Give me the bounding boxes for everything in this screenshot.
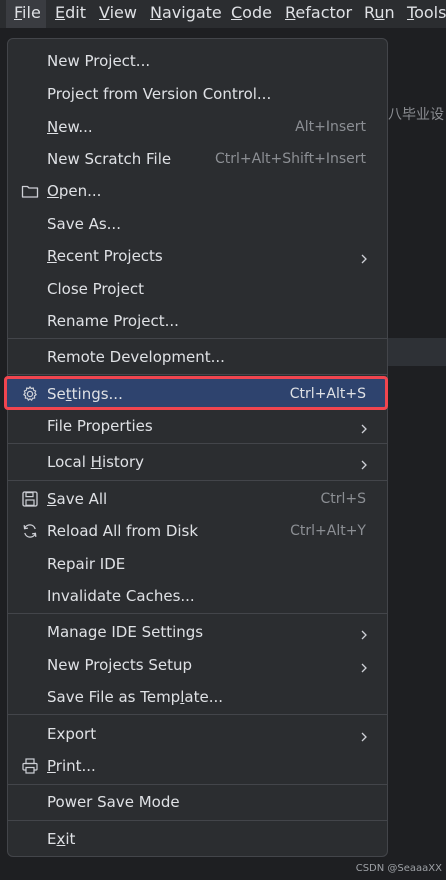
menu-item-label: New Project... — [47, 52, 151, 70]
menubar-refactor[interactable]: Refactor — [285, 0, 352, 28]
menu-separator — [8, 338, 387, 339]
menu-item-recent-projects[interactable]: Recent Projects — [7, 240, 388, 272]
menu-item-rename-project[interactable]: Rename Project... — [7, 305, 388, 337]
menu-item-print[interactable]: Print... — [7, 750, 388, 782]
chevron-right-icon — [358, 659, 370, 673]
menu-item-label: Export — [47, 725, 97, 743]
menu-item-open[interactable]: Open... — [7, 175, 388, 207]
menu-item-label: New Projects Setup — [47, 656, 193, 674]
menu-separator — [8, 784, 387, 785]
menu-item-shortcut: Ctrl+Alt+Shift+Insert — [214, 151, 366, 167]
menu-item-save-file-as-template[interactable]: Save File as Template... — [7, 681, 388, 713]
menu-item-label: Remote Development... — [47, 348, 225, 366]
menu-item-export[interactable]: Export — [7, 718, 388, 750]
menu-item-label: Reload All from Disk — [47, 522, 199, 540]
menu-bar: File Edit View Navigate Code Refactor Ru… — [0, 0, 446, 29]
menubar-file[interactable]: File — [6, 0, 46, 28]
chevron-right-icon — [358, 420, 370, 434]
menu-item-label: Open... — [47, 182, 102, 200]
save-icon — [21, 490, 39, 508]
chevron-right-icon — [358, 728, 370, 742]
reload-icon — [21, 522, 39, 540]
menu-separator — [8, 443, 387, 444]
menu-item-shortcut: Alt+Insert — [295, 119, 366, 135]
menu-item-label: Print... — [47, 757, 96, 775]
menu-item-label: Exit — [47, 830, 76, 848]
menubar-navigate[interactable]: Navigate — [150, 0, 222, 28]
red-highlight-annotation — [4, 376, 388, 410]
menubar-tools[interactable]: Tools — [407, 0, 446, 28]
menu-item-save-all[interactable]: Save All Ctrl+S — [7, 483, 388, 515]
menu-item-shortcut: Ctrl+S — [320, 491, 366, 507]
background-text: 八毕业设 — [388, 107, 444, 123]
menu-item-new-projects-setup[interactable]: New Projects Setup — [7, 649, 388, 681]
menu-item-remote-development[interactable]: Remote Development... — [7, 341, 388, 373]
chevron-right-icon — [358, 626, 370, 640]
menu-separator — [8, 613, 387, 614]
menubar-run[interactable]: Run — [364, 0, 395, 28]
menu-item-label: Manage IDE Settings — [47, 623, 204, 641]
menu-item-manage-ide-settings[interactable]: Manage IDE Settings — [7, 616, 388, 648]
menu-item-label: File Properties — [47, 417, 153, 435]
menubar-view[interactable]: View — [99, 0, 137, 28]
menu-item-project-from-vcs[interactable]: Project from Version Control... — [7, 78, 388, 110]
background-strip — [388, 338, 446, 366]
menu-item-close-project[interactable]: Close Project — [7, 273, 388, 305]
menu-item-invalidate-caches[interactable]: Invalidate Caches... — [7, 580, 388, 612]
menu-separator — [8, 820, 387, 821]
print-icon — [21, 757, 39, 775]
menu-item-power-save-mode[interactable]: Power Save Mode — [7, 786, 388, 818]
menu-item-exit[interactable]: Exit — [7, 823, 388, 855]
menu-item-label: Project from Version Control... — [47, 85, 272, 103]
menu-item-label: Rename Project... — [47, 312, 179, 330]
watermark: CSDN @SeaaaXX — [355, 863, 442, 874]
menu-item-label: Repair IDE — [47, 555, 126, 573]
menu-item-label: Save All — [47, 490, 108, 508]
menu-separator — [8, 480, 387, 481]
menu-item-file-properties[interactable]: File Properties — [7, 410, 388, 442]
menu-item-new-scratch-file[interactable]: New Scratch File Ctrl+Alt+Shift+Insert — [7, 143, 388, 175]
menu-item-label: Close Project — [47, 280, 144, 298]
menu-item-label: New Scratch File — [47, 150, 172, 168]
menu-separator — [8, 374, 387, 375]
folder-icon — [21, 182, 39, 200]
menu-item-reload-all[interactable]: Reload All from Disk Ctrl+Alt+Y — [7, 515, 388, 547]
menu-item-new-project[interactable]: New Project... — [7, 45, 388, 77]
menu-item-label: New... — [47, 118, 93, 136]
menu-item-label: Local History — [47, 453, 145, 471]
menu-item-save-as[interactable]: Save As... — [7, 208, 388, 240]
menu-separator — [8, 714, 387, 715]
menu-item-label: Save As... — [47, 215, 121, 233]
menubar-edit[interactable]: Edit — [55, 0, 86, 28]
menu-item-label: Invalidate Caches... — [47, 587, 195, 605]
menu-item-repair-ide[interactable]: Repair IDE — [7, 548, 388, 580]
chevron-right-icon — [358, 456, 370, 470]
menubar-code[interactable]: Code — [231, 0, 272, 28]
chevron-right-icon — [358, 250, 370, 264]
menu-item-shortcut: Ctrl+Alt+Y — [290, 523, 366, 539]
menu-item-label: Recent Projects — [47, 247, 163, 265]
menu-item-new[interactable]: New... Alt+Insert — [7, 111, 388, 143]
menu-item-label: Save File as Template... — [47, 688, 223, 706]
menu-item-local-history[interactable]: Local History — [7, 446, 388, 478]
menu-item-label: Power Save Mode — [47, 793, 180, 811]
